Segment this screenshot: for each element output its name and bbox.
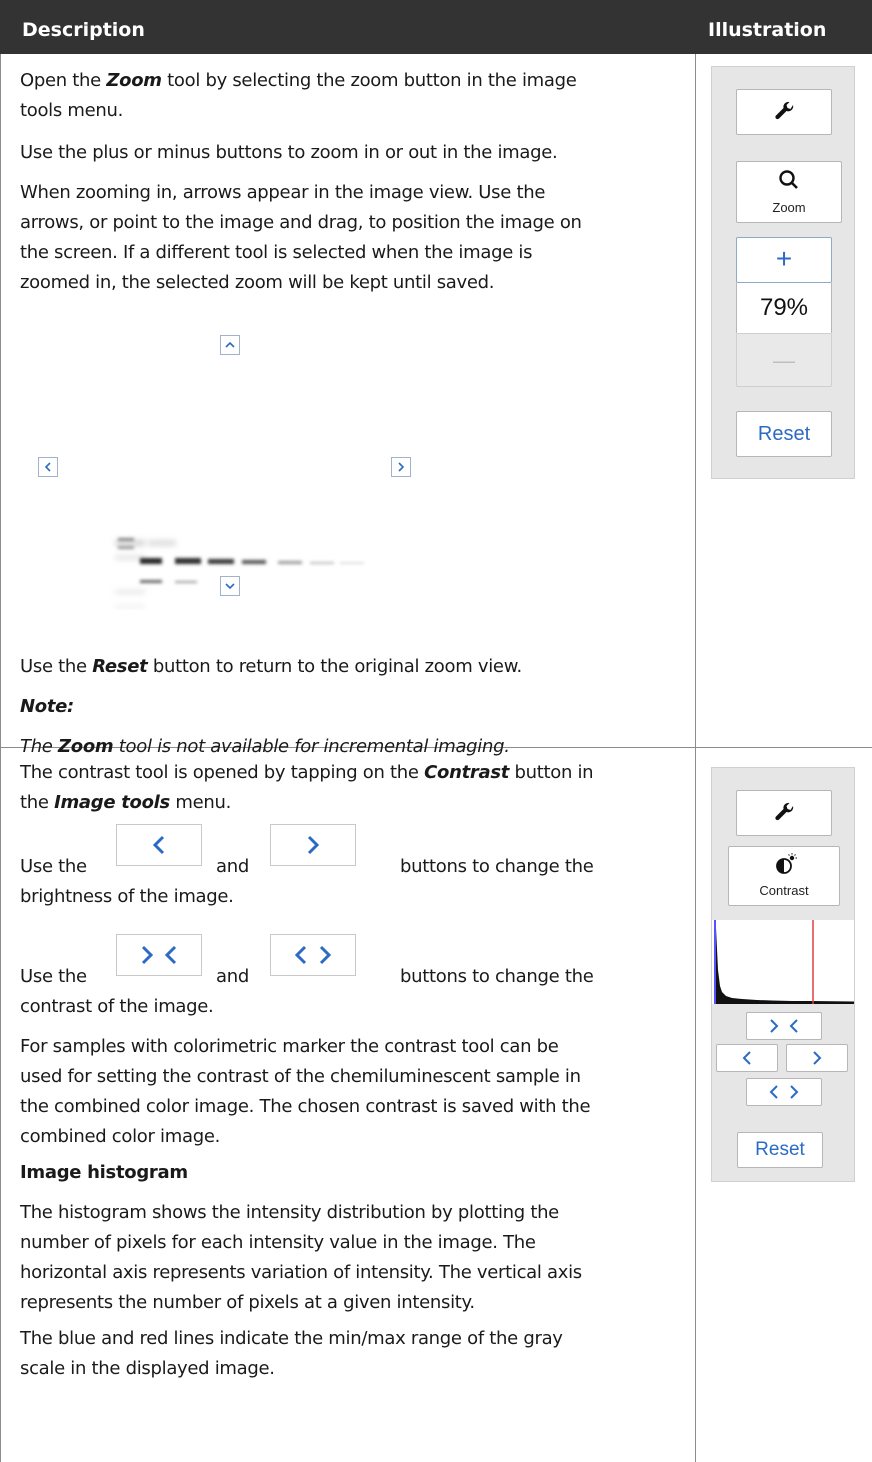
brightness-text-a: Use the [20, 856, 87, 877]
brightness-text-b: and [216, 856, 249, 877]
zoom-intro-text: Open the Zoom tool by selecting the zoom… [20, 70, 577, 121]
contrast-icon [776, 853, 797, 874]
chevron-right-icon [307, 835, 320, 855]
chevrons-outward-icon [769, 1085, 799, 1099]
contrast-text-c: buttons to change the [400, 966, 594, 987]
chevron-up-icon [225, 341, 235, 348]
note-label: Note: [20, 696, 74, 717]
brightness-text-d: brightness of the image. [20, 886, 234, 907]
image-tools-button[interactable] [736, 790, 832, 836]
contrast-reset-button[interactable]: Reset [737, 1132, 823, 1168]
column-header-illustration: Illustration [708, 19, 827, 41]
contrast-tools-panel: Contrast [711, 767, 855, 1084]
panel-brightness-decrease-button[interactable] [716, 1044, 778, 1072]
chevron-left-icon [742, 1051, 751, 1065]
pan-up-button[interactable] [220, 335, 240, 355]
chevron-right-icon [398, 462, 405, 472]
table-left-border [0, 54, 1, 1462]
contrast-button[interactable]: Contrast [728, 846, 840, 906]
zoom-button-label: Zoom [772, 200, 806, 215]
panel-contrast-increase-button[interactable] [746, 1078, 822, 1106]
column-header-description: Description [22, 19, 145, 41]
contrast-text-a: Use the [20, 966, 87, 987]
contrast-text-b: and [216, 966, 249, 987]
column-divider [695, 54, 696, 1462]
histogram-heading: Image histogram [20, 1162, 188, 1183]
panel-contrast-decrease-button[interactable] [746, 1012, 822, 1040]
pan-right-button[interactable] [391, 457, 411, 477]
contrast-intro-text: The contrast tool is opened by tapping o… [20, 762, 594, 813]
chevrons-inward-icon [770, 1019, 798, 1033]
image-histogram [712, 920, 854, 1004]
minus-icon: — [773, 348, 795, 373]
wrench-icon [775, 802, 794, 821]
zoom-level-value: 79% [736, 283, 832, 333]
western-blot-image [115, 538, 364, 608]
zoom-in-button[interactable]: + [736, 237, 832, 283]
chevron-right-icon [813, 1051, 822, 1065]
colorimetric-text: For samples with colorimetric marker the… [20, 1036, 591, 1147]
brightness-text-c: buttons to change the [400, 856, 594, 877]
zoom-plus-minus-text: Use the plus or minus buttons to zoom in… [20, 142, 558, 163]
zoom-out-button[interactable]: — [736, 333, 832, 387]
contrast-button-label: Contrast [759, 883, 809, 898]
pan-left-button[interactable] [38, 457, 58, 477]
contrast-increase-button[interactable] [270, 934, 356, 976]
zoom-arrows-text: When zooming in, arrows appear in the im… [20, 182, 582, 293]
image-tools-button[interactable] [736, 89, 832, 135]
chevron-left-icon [44, 462, 51, 472]
table-header: Description Illustration [0, 0, 872, 54]
zoom-tools-panel: Zoom + 79% — Reset [711, 66, 855, 479]
zoom-reset-text: Use the Reset button to return to the or… [20, 656, 522, 677]
contrast-text-d: contrast of the image. [20, 996, 214, 1017]
chevrons-outward-icon [294, 945, 332, 965]
brightness-increase-button[interactable] [270, 824, 356, 866]
min-max-description: The blue and red lines indicate the min/… [20, 1328, 563, 1379]
panel-brightness-increase-button[interactable] [786, 1044, 848, 1072]
magnifier-icon [779, 170, 798, 189]
contrast-panel-lower [711, 1040, 855, 1126]
zoom-reset-button[interactable]: Reset [736, 411, 832, 457]
wrench-icon [775, 101, 794, 120]
zoom-button[interactable]: Zoom [736, 161, 842, 223]
histogram-description: The histogram shows the intensity distri… [20, 1202, 582, 1313]
plus-icon: + [775, 243, 793, 274]
